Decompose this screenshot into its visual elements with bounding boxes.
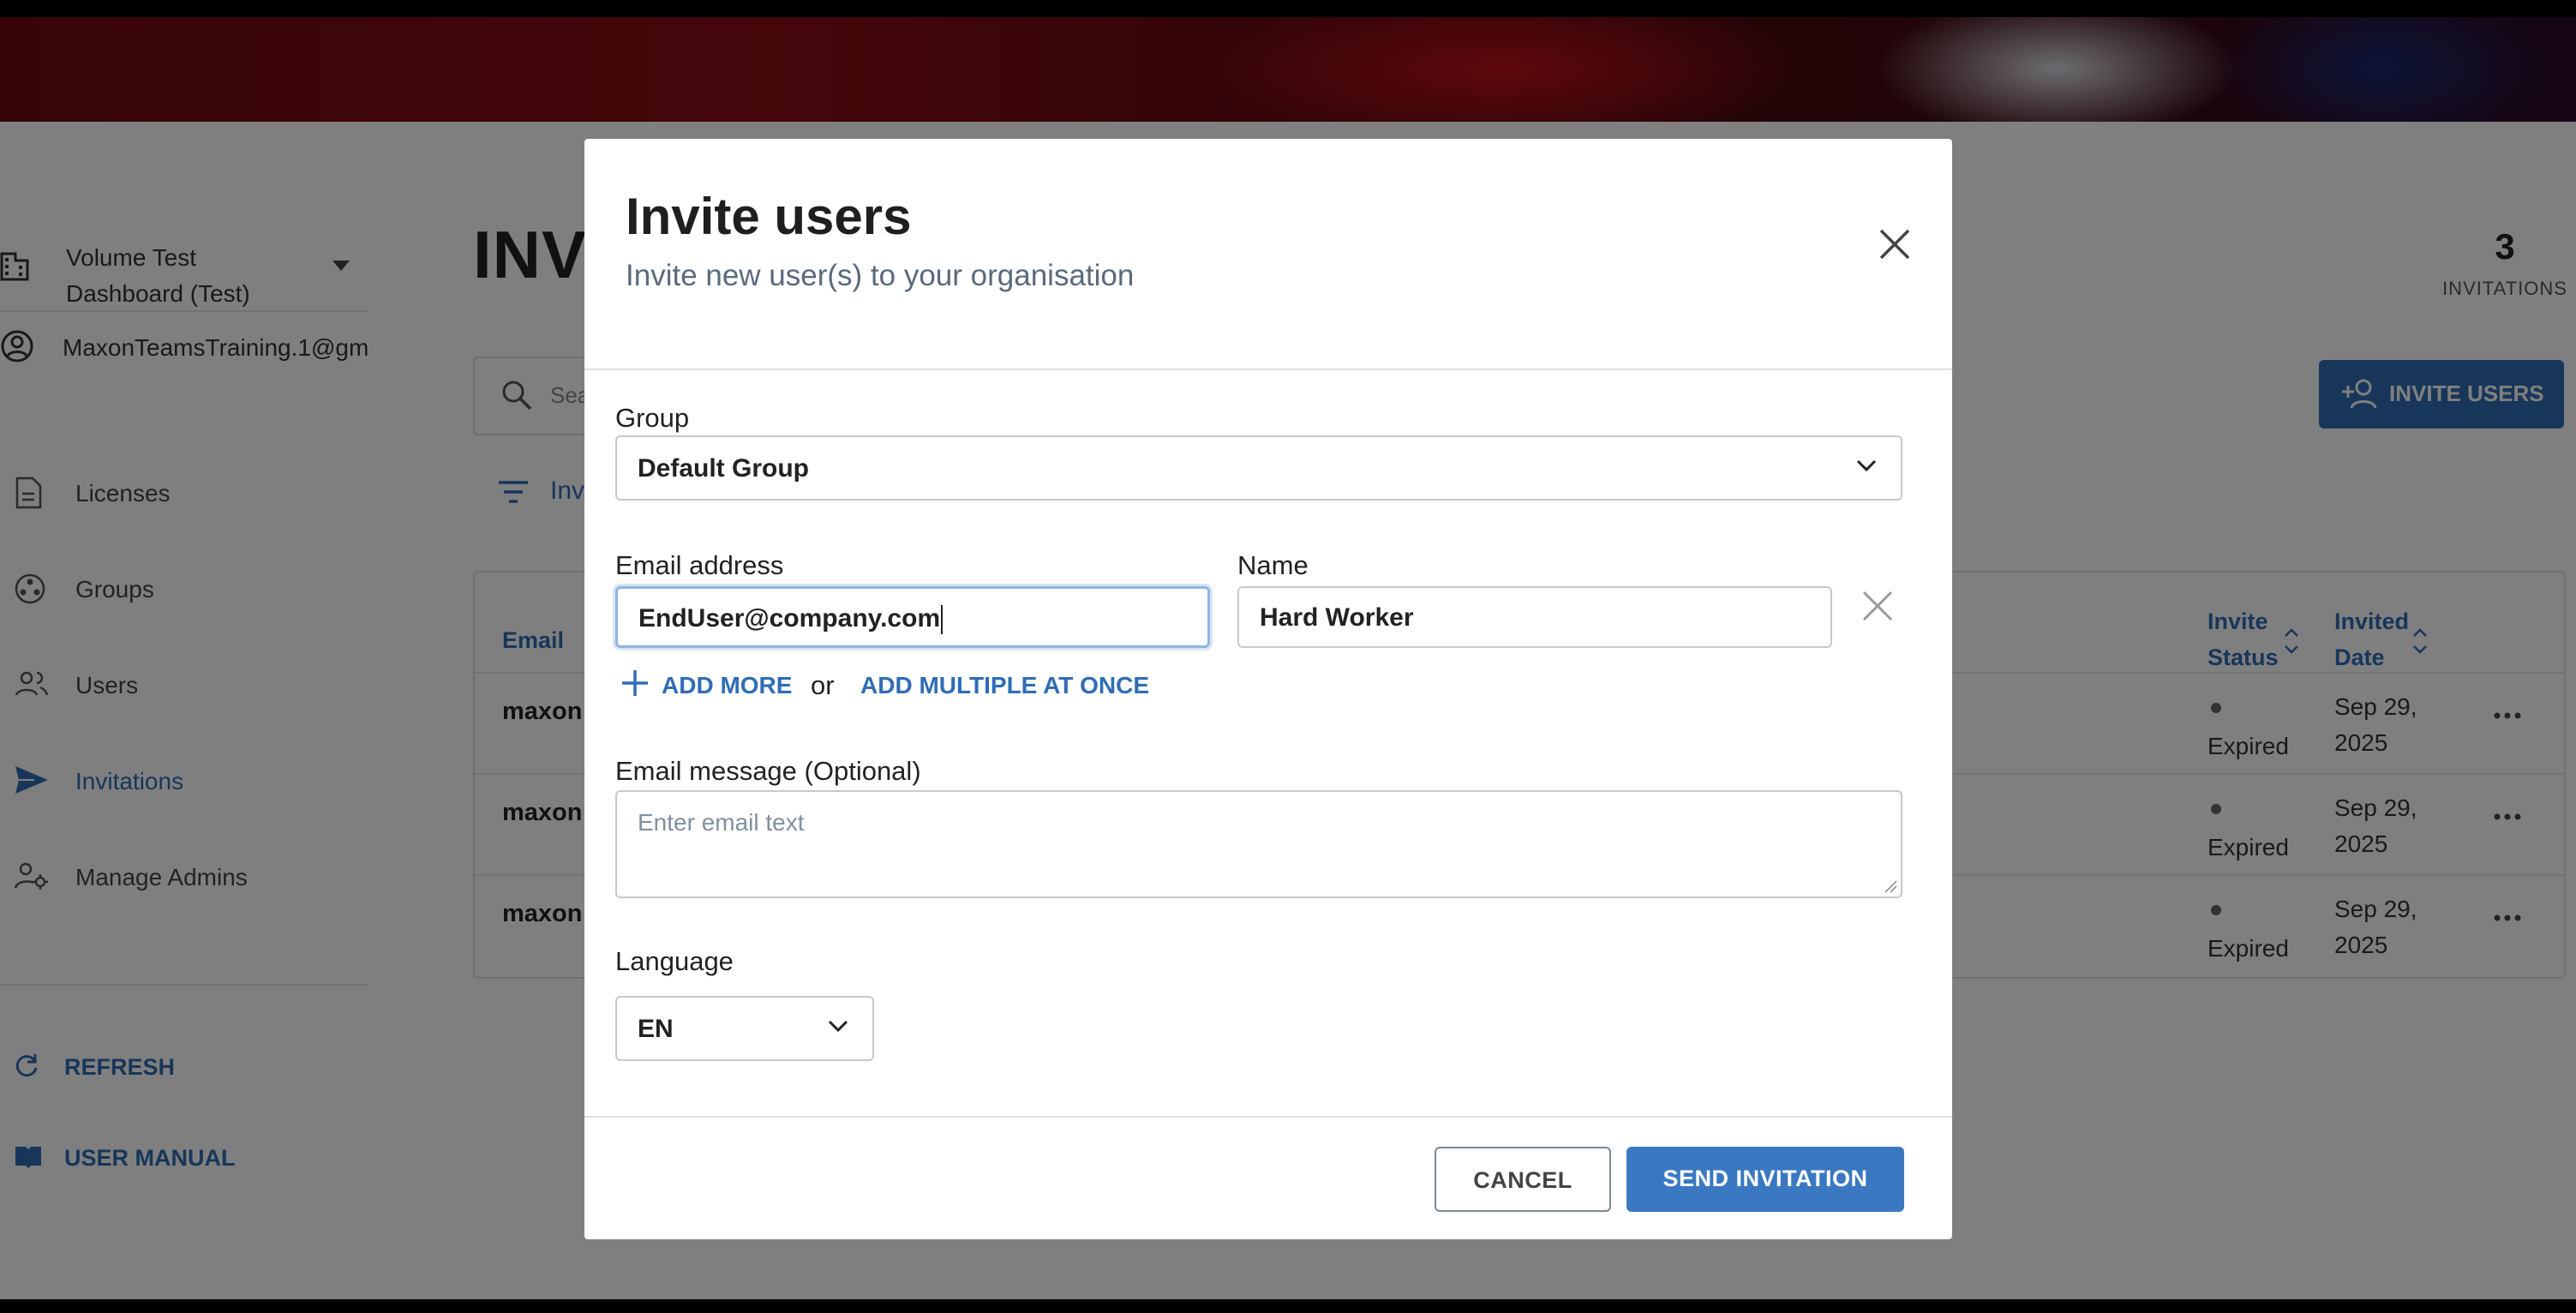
dialog-divider (584, 1116, 1952, 1118)
language-select[interactable]: EN (615, 996, 874, 1061)
or-text: or (811, 670, 835, 700)
resize-grip-icon[interactable] (1884, 879, 1897, 893)
add-multiple-button[interactable]: ADD MULTIPLE AT ONCE (860, 672, 1149, 699)
send-invitation-label: SEND INVITATION (1662, 1166, 1868, 1191)
name-field-value: Hard Worker (1260, 603, 1414, 632)
message-placeholder: Enter email text (638, 809, 805, 836)
email-field-value: EndUser@company.com (638, 604, 944, 635)
group-select[interactable]: Default Group (615, 435, 1902, 501)
language-label: Language (615, 946, 734, 976)
plus-icon (620, 668, 650, 698)
group-label: Group (615, 403, 690, 433)
dialog-subtitle: Invite new user(s) to your organisation (626, 259, 1135, 292)
email-field[interactable]: EndUser@company.com (615, 586, 1210, 648)
message-label: Email message (Optional) (615, 756, 921, 786)
invite-users-dialog: Invite users Invite new user(s) to your … (584, 139, 1952, 1239)
email-message-textarea[interactable]: Enter email text (615, 790, 1902, 898)
cancel-label: CANCEL (1473, 1167, 1573, 1193)
group-select-value: Default Group (638, 454, 809, 483)
send-invitation-button[interactable]: SEND INVITATION (1626, 1147, 1904, 1212)
email-label: Email address (615, 550, 784, 580)
text-caret (941, 605, 944, 635)
app-window: Volume Test Dashboard (Test) MaxonTeamsT… (0, 17, 2576, 1299)
add-more-label: ADD MORE (662, 672, 793, 698)
close-icon[interactable] (1878, 228, 1911, 261)
remove-row-close-icon[interactable] (1861, 590, 1894, 622)
chevron-down-icon (828, 1020, 848, 1032)
dialog-divider (584, 369, 1952, 370)
chevron-down-icon (1856, 459, 1877, 471)
dialog-title: Invite users (626, 188, 912, 245)
name-label: Name (1237, 550, 1309, 580)
name-field[interactable]: Hard Worker (1237, 586, 1832, 648)
language-select-value: EN (638, 1015, 674, 1043)
cancel-button[interactable]: CANCEL (1435, 1147, 1611, 1212)
